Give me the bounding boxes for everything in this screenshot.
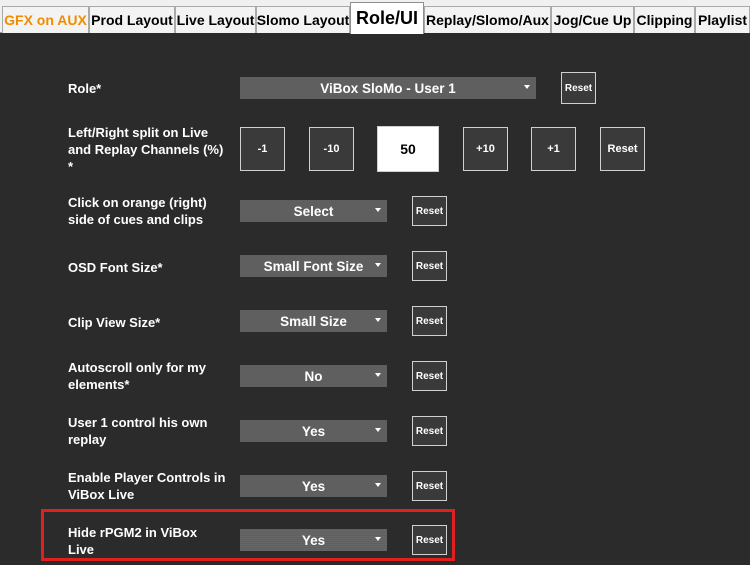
- hide-rpgm2-dropdown[interactable]: Yes: [240, 529, 387, 551]
- autoscroll-value: No: [304, 368, 323, 384]
- chevron-down-icon: [375, 537, 381, 541]
- osd-font-dropdown[interactable]: Small Font Size: [240, 255, 387, 277]
- role-value: ViBox SloMo - User 1: [320, 80, 456, 96]
- chevron-down-icon: [375, 318, 381, 322]
- tab-bar: GFX on AUX Prod Layout Live Layout Slomo…: [0, 0, 750, 34]
- tab-gfx-on-aux[interactable]: GFX on AUX: [2, 6, 89, 33]
- click-orange-label: Click on orange (right) side of cues and…: [68, 195, 207, 227]
- user1-control-label: User 1 control his own replay: [68, 415, 208, 447]
- split-minus10-button[interactable]: -10: [309, 127, 354, 171]
- chevron-down-icon: [375, 263, 381, 267]
- role-reset-button[interactable]: Reset: [561, 72, 596, 104]
- hide-rpgm2-reset-button[interactable]: Reset: [412, 525, 447, 555]
- clip-view-value: Small Size: [280, 313, 347, 329]
- chevron-down-icon: [375, 428, 381, 432]
- split-plus10-button[interactable]: +10: [463, 127, 508, 171]
- role-label: Role*: [68, 81, 102, 96]
- user1-control-value: Yes: [301, 423, 326, 439]
- autoscroll-reset-button[interactable]: Reset: [412, 361, 447, 391]
- split-label: Left/Right split on Live and Replay Chan…: [68, 125, 224, 174]
- split-value-field[interactable]: 50: [377, 126, 439, 172]
- tab-prod-layout[interactable]: Prod Layout: [89, 6, 175, 33]
- tab-replay-slomo-aux[interactable]: Replay/Slomo/Aux: [424, 6, 551, 33]
- tab-slomo-layout[interactable]: Slomo Layout: [256, 6, 350, 33]
- clip-view-dropdown[interactable]: Small Size: [240, 310, 387, 332]
- user1-control-dropdown[interactable]: Yes: [240, 420, 387, 442]
- split-reset-button[interactable]: Reset: [600, 127, 645, 171]
- clip-view-reset-button[interactable]: Reset: [412, 306, 447, 336]
- tab-clipping[interactable]: Clipping: [634, 6, 695, 33]
- player-controls-label: Enable Player Controls in ViBox Live: [68, 470, 226, 502]
- osd-font-value: Small Font Size: [263, 258, 364, 274]
- click-orange-dropdown[interactable]: Select: [240, 200, 387, 222]
- split-minus1-button[interactable]: -1: [240, 127, 285, 171]
- chevron-down-icon: [375, 483, 381, 487]
- chevron-down-icon: [375, 208, 381, 212]
- tab-live-layout[interactable]: Live Layout: [175, 6, 256, 33]
- player-controls-reset-button[interactable]: Reset: [412, 471, 447, 501]
- player-controls-value: Yes: [301, 478, 326, 494]
- hide-rpgm2-label: Hide rPGM2 in ViBox Live: [68, 525, 198, 557]
- tab-jog-cue-up[interactable]: Jog/Cue Up: [551, 6, 634, 33]
- clip-view-label: Clip View Size*: [68, 315, 161, 330]
- user1-control-reset-button[interactable]: Reset: [412, 416, 447, 446]
- chevron-down-icon: [524, 85, 530, 89]
- autoscroll-dropdown[interactable]: No: [240, 365, 387, 387]
- tab-playlist[interactable]: Playlist: [695, 6, 750, 33]
- hide-rpgm2-value: Yes: [301, 532, 326, 548]
- osd-font-label: OSD Font Size*: [68, 260, 163, 275]
- chevron-down-icon: [375, 373, 381, 377]
- click-orange-reset-button[interactable]: Reset: [412, 196, 447, 226]
- autoscroll-label: Autoscroll only for my elements*: [68, 360, 206, 392]
- role-dropdown[interactable]: ViBox SloMo - User 1: [240, 77, 536, 99]
- split-plus1-button[interactable]: +1: [531, 127, 576, 171]
- osd-font-reset-button[interactable]: Reset: [412, 251, 447, 281]
- click-orange-value: Select: [293, 203, 334, 219]
- tab-role-ui[interactable]: Role/UI: [350, 2, 424, 34]
- player-controls-dropdown[interactable]: Yes: [240, 475, 387, 497]
